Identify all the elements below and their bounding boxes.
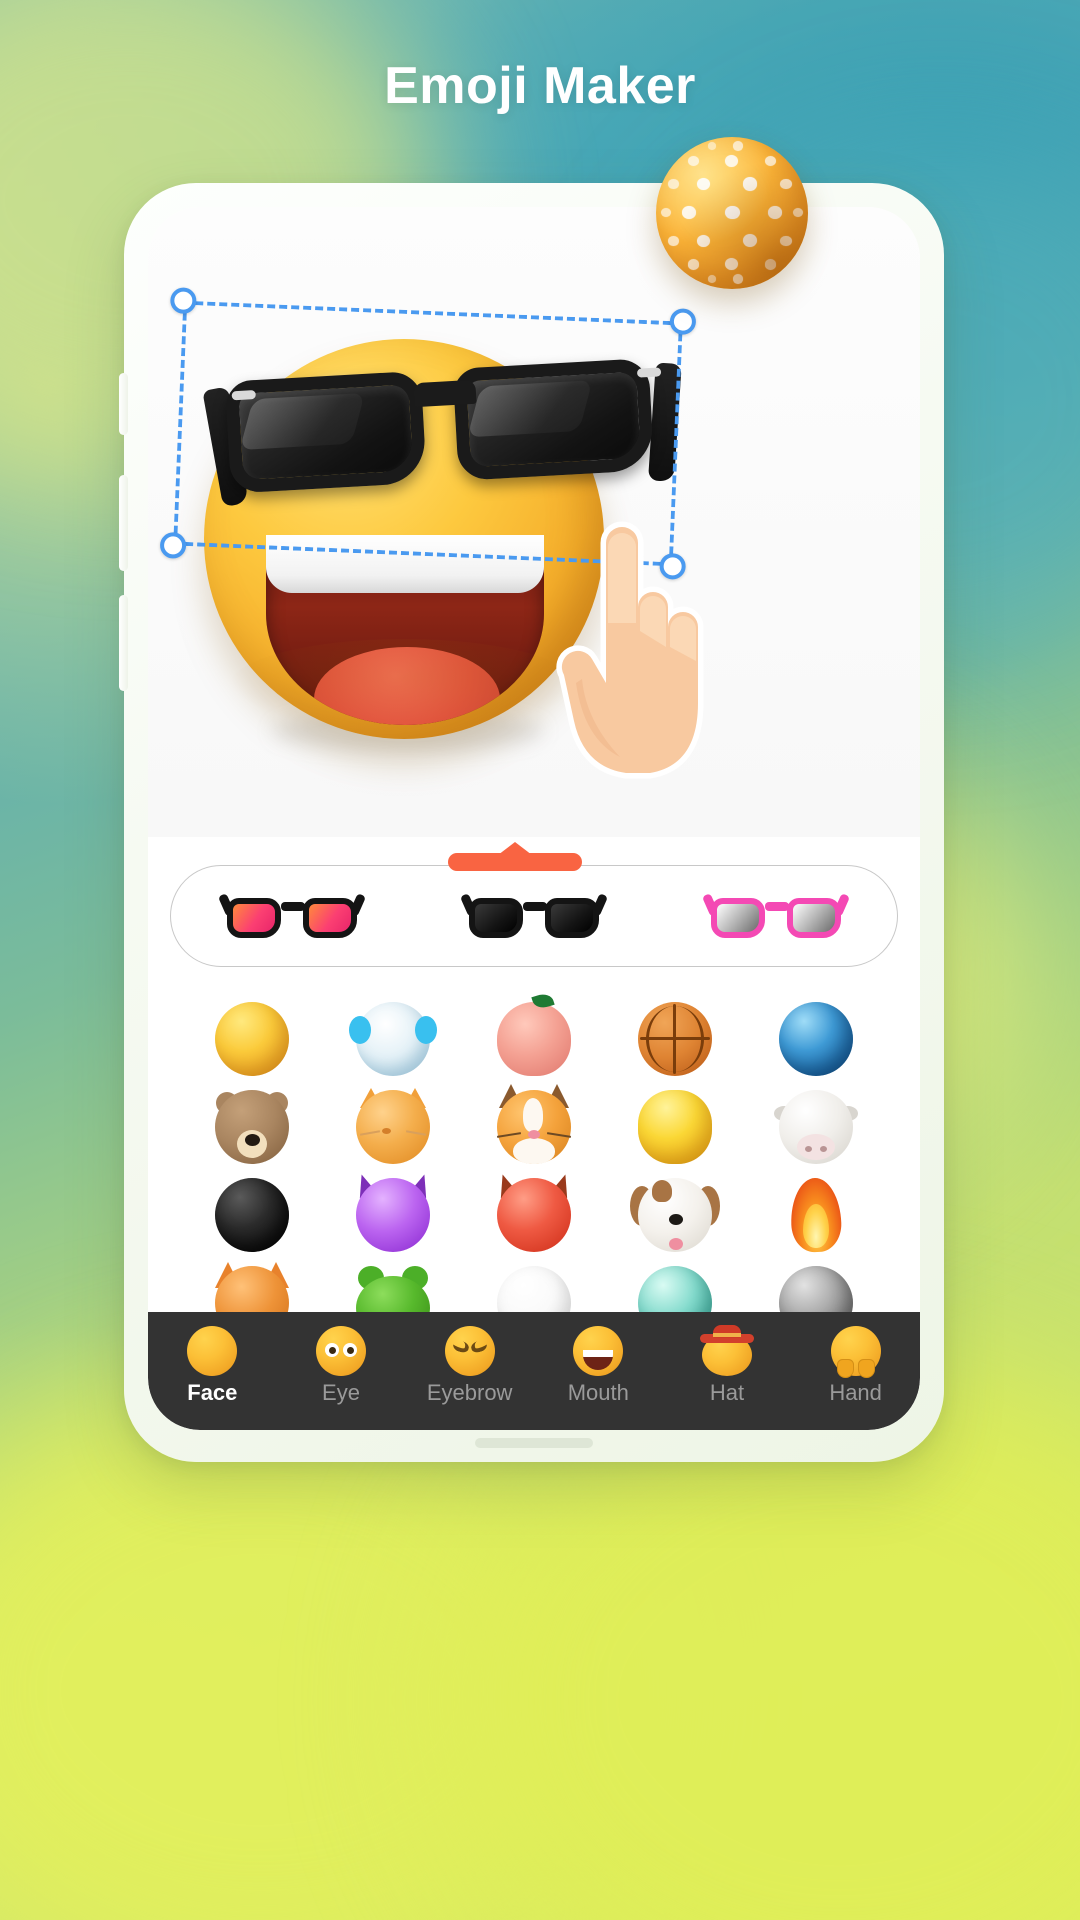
nav-label-hat: Hat	[709, 1380, 745, 1405]
nav-item-mouth[interactable]: Mouth	[542, 1326, 654, 1404]
chin-shading	[228, 639, 580, 735]
grid-item-cow-face[interactable]	[773, 1090, 858, 1164]
mouth-face-icon	[573, 1326, 624, 1376]
emoji-preview-canvas[interactable]	[148, 207, 920, 837]
nav-label-hand: Hand	[829, 1380, 882, 1405]
grid-item-teal-sphere[interactable]	[637, 1266, 712, 1317]
page-title: Emoji Maker	[384, 57, 696, 115]
cowboy-hat-face-icon	[699, 1325, 754, 1376]
home-indicator	[475, 1438, 593, 1448]
orange-polka-dot-ball	[656, 137, 808, 289]
selection-handle-top-right[interactable]	[669, 308, 697, 336]
lens-right	[545, 898, 599, 938]
hand-pointer-cursor	[546, 503, 711, 783]
nav-item-hat[interactable]: Hat	[671, 1325, 783, 1405]
lens-right	[303, 898, 357, 938]
grid-item-peach[interactable]	[496, 991, 571, 1076]
sunglasses-picker[interactable]	[170, 865, 898, 967]
eyebrow-face-icon	[444, 1326, 495, 1376]
picker-selected-indicator	[448, 853, 582, 871]
grid-item-bear-face[interactable]	[215, 1090, 290, 1164]
grid-item-black-sphere[interactable]	[215, 1178, 290, 1252]
phone-screen: Face Eye Eyebrow Mouth Hat Hand	[148, 207, 920, 1430]
picker-item-pink-mirror-sunglasses[interactable]	[676, 871, 876, 961]
plain-yellow-face-icon	[187, 1326, 238, 1376]
grid-item-dog-face[interactable]	[629, 1178, 720, 1252]
picker-item-red-mirror-sunglasses[interactable]	[192, 871, 392, 961]
grid-item-basketball[interactable]	[637, 1002, 712, 1076]
face-base-grid[interactable]	[148, 977, 920, 1317]
grid-item-fire[interactable]	[779, 1177, 853, 1253]
hands-face-icon	[830, 1326, 881, 1378]
phone-side-button-volume-down[interactable]	[119, 595, 128, 691]
ball-shading	[656, 137, 808, 289]
lens-left	[227, 898, 281, 938]
grid-item-clown-face-blue-hair[interactable]	[349, 1002, 438, 1076]
grid-item-white-sphere[interactable]	[496, 1266, 571, 1317]
picker-item-black-sunglasses[interactable]	[434, 871, 634, 961]
black-sunglasses-icon	[459, 888, 609, 944]
nav-label-eyebrow: Eyebrow	[426, 1380, 513, 1405]
grid-item-yellow-face-plain[interactable]	[215, 1002, 290, 1076]
grid-item-red-devil-face[interactable]	[494, 1171, 574, 1252]
pink-mirror-sunglasses-icon	[701, 888, 851, 944]
nav-label-face: Face	[187, 1380, 238, 1405]
nav-item-hand[interactable]: Hand	[800, 1326, 912, 1404]
grid-item-blue-sphere[interactable]	[778, 1002, 853, 1076]
grid-item-calico-cat-face[interactable]	[496, 1084, 571, 1164]
nav-label-mouth: Mouth	[567, 1380, 629, 1405]
grid-item-gray-sphere[interactable]	[778, 1266, 853, 1317]
phone-side-button-volume-up[interactable]	[119, 475, 128, 571]
nav-item-eyebrow[interactable]: Eyebrow	[414, 1326, 526, 1404]
grid-item-orange-cat-face[interactable]	[356, 1088, 431, 1164]
grid-item-yellow-sphere[interactable]	[637, 1090, 712, 1164]
lens-left	[469, 898, 523, 938]
red-mirror-sunglasses-icon	[217, 888, 367, 944]
nav-item-eye[interactable]: Eye	[285, 1326, 397, 1404]
eyes-face-icon	[315, 1326, 366, 1376]
category-nav[interactable]: Face Eye Eyebrow Mouth Hat Hand	[148, 1312, 920, 1430]
grid-item-fox-face[interactable]	[215, 1262, 290, 1317]
phone-side-button-mute[interactable]	[119, 373, 128, 435]
sticker-picker-section	[148, 853, 920, 977]
lens-left	[711, 898, 765, 938]
nav-label-eye: Eye	[322, 1380, 360, 1405]
lens-right	[787, 898, 841, 938]
bridge	[523, 902, 547, 911]
bridge	[281, 902, 305, 911]
grid-item-purple-devil-face[interactable]	[353, 1171, 434, 1252]
selection-handle-bottom-left[interactable]	[159, 531, 187, 559]
nav-item-face[interactable]: Face	[156, 1326, 268, 1404]
bridge	[765, 902, 789, 911]
grid-item-frog-face[interactable]	[356, 1266, 431, 1317]
